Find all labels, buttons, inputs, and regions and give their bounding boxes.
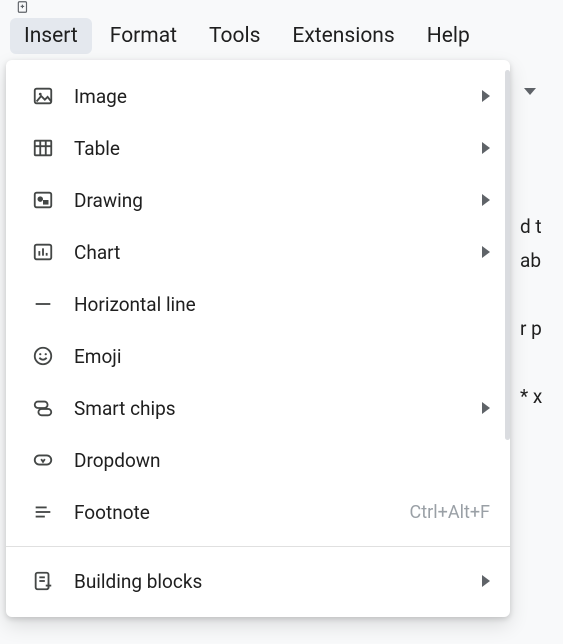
toolbar-overflow-caret-icon[interactable] — [524, 88, 536, 95]
dropdown-icon — [32, 449, 54, 471]
menubar-format[interactable]: Format — [96, 18, 191, 54]
menu-item-footnote[interactable]: Footnote Ctrl+Alt+F — [6, 486, 510, 538]
submenu-arrow-icon — [482, 90, 490, 102]
menubar-tools[interactable]: Tools — [195, 18, 274, 54]
menu-item-smart-chips[interactable]: Smart chips — [6, 382, 510, 434]
menubar-insert-label: Insert — [24, 24, 78, 48]
menubar-help[interactable]: Help — [413, 18, 484, 54]
menu-item-dropdown[interactable]: Dropdown — [6, 434, 510, 486]
menu-item-label: Smart chips — [74, 397, 454, 420]
menu-divider — [6, 546, 510, 547]
menu-item-emoji[interactable]: Emoji — [6, 330, 510, 382]
menu-item-label: Image — [74, 85, 454, 108]
menu-item-label: Building blocks — [74, 570, 454, 593]
smart-chips-icon — [32, 397, 54, 419]
doc-plus-icon — [12, 0, 34, 14]
building-blocks-icon — [32, 570, 54, 592]
insert-menu-dropdown: Image Table Drawing Chart Horizontal lin… — [6, 60, 510, 617]
menu-item-label: Table — [74, 137, 454, 160]
submenu-arrow-icon — [482, 246, 490, 258]
menu-item-label: Dropdown — [74, 449, 490, 472]
submenu-arrow-icon — [482, 142, 490, 154]
submenu-arrow-icon — [482, 575, 490, 587]
menubar: Insert Format Tools Extensions Help — [10, 18, 484, 54]
menu-item-label: Drawing — [74, 189, 454, 212]
menubar-insert[interactable]: Insert — [10, 18, 92, 54]
menu-item-label: Horizontal line — [74, 293, 490, 316]
image-icon — [32, 85, 54, 107]
menubar-extensions[interactable]: Extensions — [278, 18, 408, 54]
table-icon — [32, 137, 54, 159]
chart-icon — [32, 241, 54, 263]
menu-item-building-blocks[interactable]: Building blocks — [6, 555, 510, 607]
menu-scrollbar[interactable] — [505, 70, 510, 440]
menu-item-image[interactable]: Image — [6, 70, 510, 122]
menubar-help-label: Help — [427, 24, 470, 48]
drawing-icon — [32, 189, 54, 211]
menu-item-drawing[interactable]: Drawing — [6, 174, 510, 226]
emoji-icon — [32, 345, 54, 367]
horizontal-line-icon — [32, 293, 54, 315]
menubar-tools-label: Tools — [209, 24, 260, 48]
menu-item-label: Emoji — [74, 345, 490, 368]
menubar-extensions-label: Extensions — [292, 24, 394, 48]
footnote-icon — [32, 501, 54, 523]
menubar-format-label: Format — [110, 24, 177, 48]
submenu-arrow-icon — [482, 194, 490, 206]
menu-item-label: Footnote — [74, 501, 390, 524]
document-text-fragment: d t ab r p * x — [520, 210, 542, 414]
toolbar-fragment — [12, 0, 34, 14]
submenu-arrow-icon — [482, 402, 490, 414]
menu-item-table[interactable]: Table — [6, 122, 510, 174]
menu-item-chart[interactable]: Chart — [6, 226, 510, 278]
menu-item-shortcut: Ctrl+Alt+F — [410, 502, 490, 523]
menu-item-horizontal-line[interactable]: Horizontal line — [6, 278, 510, 330]
menu-item-label: Chart — [74, 241, 454, 264]
